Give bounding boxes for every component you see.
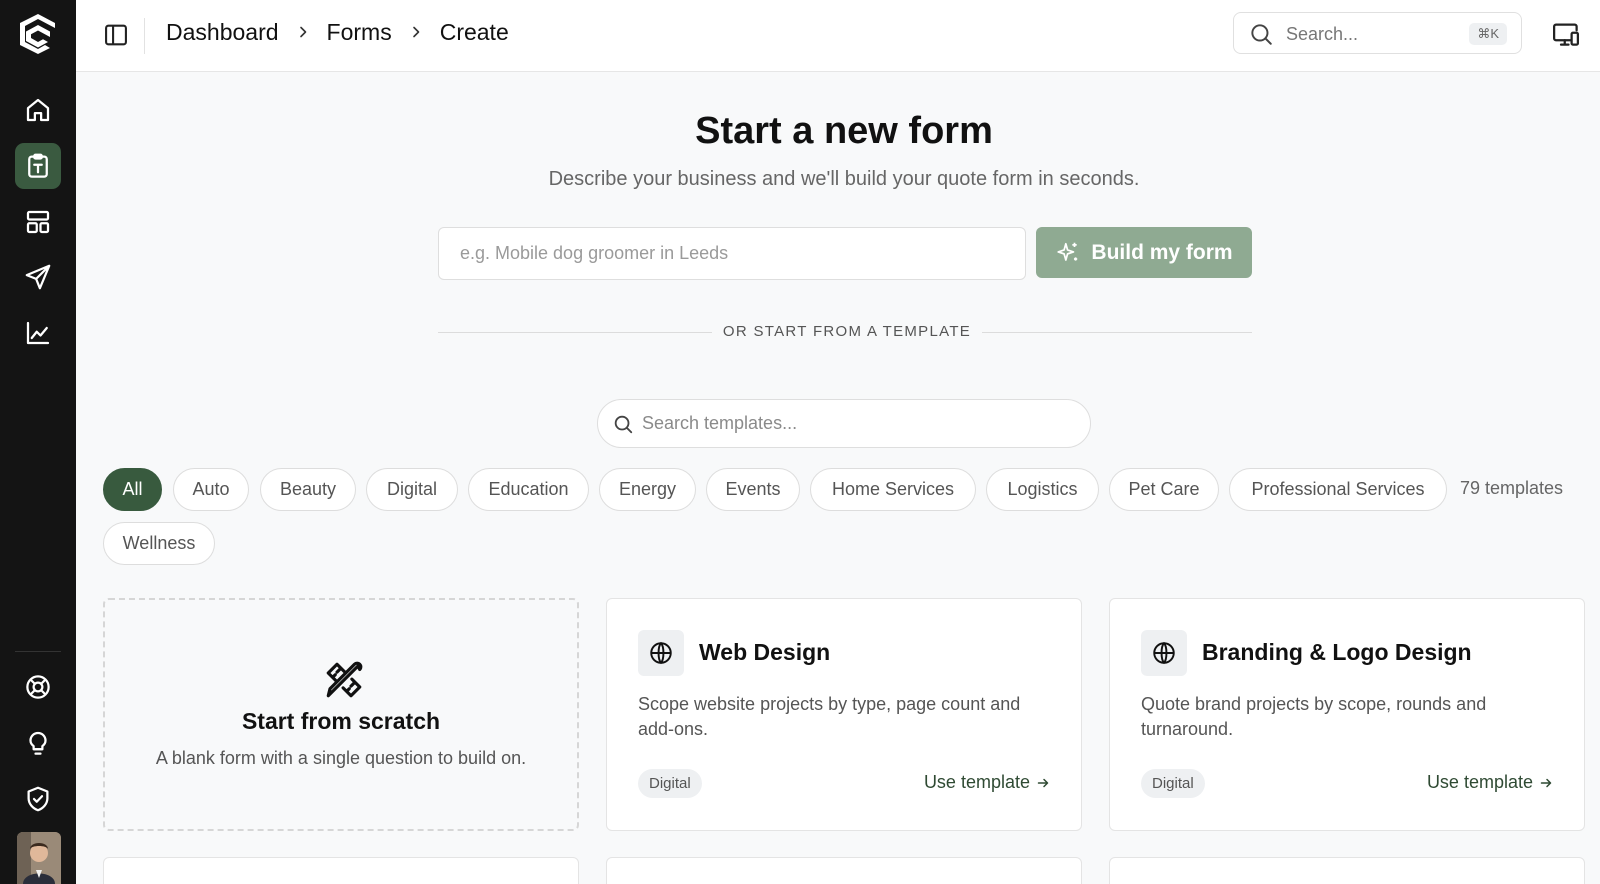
filter-chip-auto[interactable]: Auto — [173, 468, 249, 511]
chevron-right-icon — [412, 26, 420, 38]
start-from-scratch-card[interactable]: Start from scratch A blank form with a s… — [103, 598, 579, 831]
template-card-partial[interactable] — [606, 857, 1082, 884]
build-form-button[interactable]: Build my form — [1036, 227, 1252, 278]
globe-icon — [1153, 641, 1175, 665]
devices-icon[interactable] — [1551, 19, 1581, 49]
global-search[interactable]: Search... ⌘K — [1233, 12, 1522, 54]
filter-chip-education[interactable]: Education — [468, 468, 589, 511]
sidebar-divider — [15, 651, 61, 652]
templates-icon — [26, 210, 50, 234]
top-bar: Dashboard Forms Create Search... ⌘K — [76, 0, 1600, 72]
search-icon — [614, 415, 633, 434]
breadcrumb-forms[interactable]: Forms — [327, 19, 392, 46]
filter-chip-events[interactable]: Events — [706, 468, 800, 511]
breadcrumb-dashboard[interactable]: Dashboard — [166, 19, 279, 46]
breadcrumb-create: Create — [439, 18, 509, 45]
template-card-partial[interactable] — [1109, 857, 1585, 884]
arrow-right-icon — [1037, 778, 1049, 787]
sparkles-icon — [1057, 242, 1078, 261]
globe-icon — [650, 641, 672, 665]
template-search-input[interactable] — [642, 400, 1072, 447]
breadcrumb: Dashboard Forms Create — [166, 0, 509, 64]
sidebar-item-analytics[interactable] — [15, 310, 61, 356]
sidebar-item-forms[interactable] — [15, 143, 61, 189]
template-card-description: Scope website projects by type, page cou… — [638, 694, 1021, 739]
card-icon-box — [1141, 630, 1187, 676]
template-card-branding-logo-design[interactable]: Branding & Logo Design Quote brand proje… — [1109, 598, 1585, 831]
card-icon-box — [638, 630, 684, 676]
scratch-card-title: Start from scratch — [241, 708, 441, 734]
template-card-title: Web Design — [699, 639, 831, 665]
scratch-card-description: A blank form with a single question to b… — [155, 748, 527, 768]
divider-line-left — [438, 332, 712, 333]
filter-chip-beauty[interactable]: Beauty — [260, 468, 356, 511]
template-card-web-design[interactable]: Web Design Scope website projects by typ… — [606, 598, 1082, 831]
top-separator — [144, 18, 145, 54]
avatar[interactable] — [17, 832, 61, 884]
filter-chip-digital[interactable]: Digital — [366, 468, 458, 511]
template-search[interactable] — [597, 399, 1091, 448]
template-category-badge: Digital — [638, 769, 702, 798]
filter-chip-wellness[interactable]: Wellness — [103, 522, 215, 565]
build-form-label: Build my form — [1091, 240, 1233, 264]
filter-chip-energy[interactable]: Energy — [599, 468, 696, 511]
filter-chip-pet-care[interactable]: Pet Care — [1109, 468, 1219, 511]
use-template-link[interactable]: Use template — [924, 772, 1050, 793]
filter-chip-logistics[interactable]: Logistics — [986, 468, 1099, 511]
template-category-badge: Digital — [1141, 769, 1205, 798]
divider-line-right — [982, 332, 1252, 333]
page-subtitle: Describe your business and we'll build y… — [548, 168, 1140, 190]
search-placeholder: Search... — [1286, 24, 1359, 44]
sidebar — [0, 0, 76, 884]
search-shortcut: ⌘K — [1469, 23, 1507, 45]
home-icon — [26, 98, 50, 122]
help-icon — [26, 675, 50, 699]
page-title: Start a new form — [695, 110, 993, 152]
template-count: 79 templates — [1460, 478, 1564, 498]
search-icon — [1251, 24, 1272, 45]
template-card-partial[interactable] — [103, 857, 579, 884]
sidebar-item-send[interactable] — [15, 254, 61, 300]
filter-chip-professional-services[interactable]: Professional Services — [1229, 468, 1447, 511]
filter-chip-home-services[interactable]: Home Services — [810, 468, 976, 511]
use-template-label: Use template — [923, 772, 1030, 792]
sidebar-item-templates[interactable] — [15, 199, 61, 245]
user-avatar-icon — [17, 832, 61, 884]
sidebar-item-home[interactable] — [15, 87, 61, 133]
arrow-right-icon — [1540, 778, 1552, 787]
sidebar-item-ideas[interactable] — [15, 720, 61, 766]
template-card-description: Quote brand projects by scope, rounds an… — [1141, 694, 1487, 739]
sidebar-item-security[interactable] — [15, 776, 61, 822]
sidebar-item-help[interactable] — [15, 664, 61, 710]
use-template-link[interactable]: Use template — [1427, 772, 1553, 793]
analytics-icon — [26, 321, 50, 345]
use-template-label: Use template — [1426, 772, 1533, 792]
template-divider-label: OR START FROM A TEMPLATE — [722, 323, 972, 340]
business-description-input[interactable] — [438, 227, 1026, 280]
chevron-right-icon — [299, 26, 306, 38]
lightbulb-icon — [29, 731, 47, 755]
send-icon — [25, 264, 51, 290]
forms-icon — [28, 153, 48, 178]
filter-chip-all[interactable]: All — [103, 468, 162, 511]
shield-icon — [27, 786, 49, 812]
app-logo-icon[interactable] — [17, 11, 59, 57]
template-card-title: Branding & Logo Design — [1202, 639, 1472, 665]
sidebar-toggle-icon[interactable] — [102, 21, 130, 49]
pencil-ruler-icon — [326, 661, 363, 698]
